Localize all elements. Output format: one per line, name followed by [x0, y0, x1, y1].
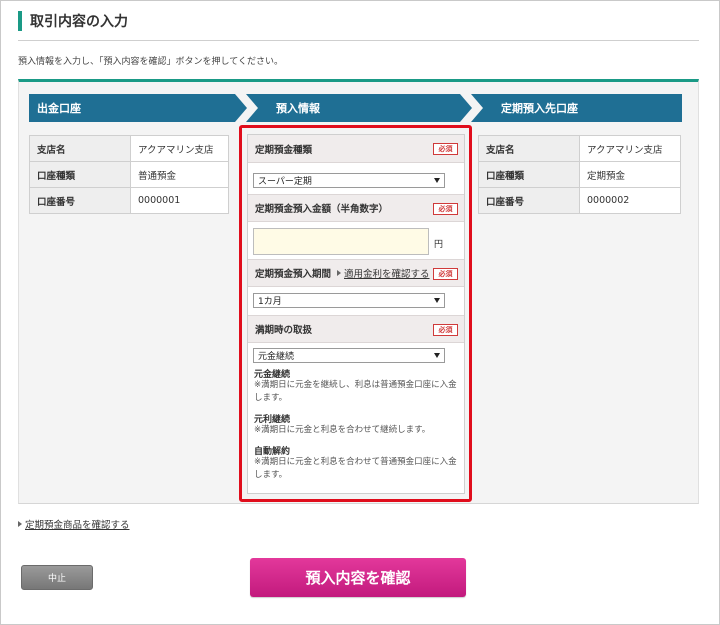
option-description: ※満期日に元金を継続し、利息は普通預金口座に入金します。 [254, 380, 457, 403]
step-destination-account: 定期預入先口座 [471, 94, 682, 122]
section-deposit-amount: 定期預金預入金額（半角数字） 必須 [248, 194, 464, 222]
amount-unit: 円 [434, 240, 444, 250]
select-value: 1カ月 [258, 297, 282, 307]
page-title-text: 取引内容の入力 [30, 14, 128, 30]
deposit-info-form [247, 134, 465, 494]
section-label: 定期預金種類 [255, 144, 313, 156]
row-value: 0000002 [579, 187, 681, 214]
deposit-products-link[interactable]: 定期預金商品を確認する [18, 517, 130, 531]
section-deposit-period: 定期預金預入期間 適用金利を確認する 必須 [248, 259, 464, 287]
section-label: 満期時の取扱 [255, 325, 313, 336]
row-label: 口座種類 [29, 161, 131, 188]
step-withdrawal-account: 出金口座 [29, 94, 247, 122]
withdrawal-account-table: 支店名 アクアマリン支店 口座種類 普通預金 口座番号 0000001 [29, 135, 229, 214]
row-value: 普通預金 [130, 161, 229, 188]
table-row: 口座種類 普通預金 [29, 161, 229, 188]
deposit-type-select[interactable]: スーパー定期 [253, 173, 445, 188]
link-text: 定期預金商品を確認する [25, 520, 130, 531]
title-accent-bar [18, 11, 22, 31]
deposit-amount-input[interactable] [253, 228, 429, 255]
required-badge: 必須 [433, 268, 458, 280]
step-label: 出金口座 [37, 102, 81, 115]
table-row: 口座番号 0000002 [478, 187, 681, 214]
link-arrow-icon [337, 270, 342, 276]
table-row: 支店名 アクアマリン支店 [478, 135, 681, 162]
row-label: 口座種類 [478, 161, 580, 188]
row-label: 支店名 [478, 135, 580, 162]
link-text: 適用金利を確認する [344, 269, 430, 280]
required-badge: 必須 [433, 143, 458, 155]
row-value: 定期預金 [579, 161, 681, 188]
row-value: アクアマリン支店 [130, 135, 229, 162]
instruction-text: 預入情報を入力し、「預入内容を確認」ボタンを押してください。 [18, 57, 283, 67]
table-row: 支店名 アクアマリン支店 [29, 135, 229, 162]
required-badge: 必須 [433, 324, 458, 336]
row-value: 0000001 [130, 187, 229, 214]
cancel-button[interactable]: 中止 [21, 565, 93, 590]
table-row: 口座番号 0000001 [29, 187, 229, 214]
dropdown-arrow-icon [434, 178, 440, 183]
step-deposit-info: 預入情報 [246, 94, 472, 122]
step-label: 預入情報 [276, 102, 320, 115]
dropdown-arrow-icon [434, 298, 440, 303]
row-value: アクアマリン支店 [579, 135, 681, 162]
section-deposit-type: 定期預金種類 必須 [248, 135, 464, 163]
section-label: 定期預金預入期間 [255, 269, 332, 280]
maturity-handling-select[interactable]: 元金継続 [253, 348, 445, 363]
table-row: 口座種類 定期預金 [478, 161, 681, 188]
page-title: 取引内容の入力 [18, 10, 128, 32]
deposit-period-select[interactable]: 1カ月 [253, 293, 445, 308]
row-label: 支店名 [29, 135, 131, 162]
row-label: 口座番号 [478, 187, 580, 214]
deposit-account-table: 支店名 アクアマリン支店 口座種類 定期預金 口座番号 0000002 [478, 135, 681, 214]
option-description: ※満期日に元金と利息を合わせて普通預金口座に入金します。 [254, 457, 457, 480]
interest-rate-link[interactable]: 適用金利を確認する [337, 266, 430, 280]
dropdown-arrow-icon [434, 353, 440, 358]
confirm-deposit-button[interactable]: 預入内容を確認 [250, 558, 466, 597]
title-divider [18, 40, 699, 41]
select-value: 元金継続 [258, 352, 295, 362]
step-label: 定期預入先口座 [501, 102, 578, 115]
option-description: ※満期日に元金と利息を合わせて継続します。 [254, 425, 431, 435]
section-label: 定期預金預入金額（半角数字） [255, 204, 389, 215]
link-arrow-icon [18, 521, 22, 527]
required-badge: 必須 [433, 203, 458, 215]
section-maturity-handling: 満期時の取扱 必須 [248, 315, 464, 343]
select-value: スーパー定期 [258, 177, 312, 187]
row-label: 口座番号 [29, 187, 131, 214]
